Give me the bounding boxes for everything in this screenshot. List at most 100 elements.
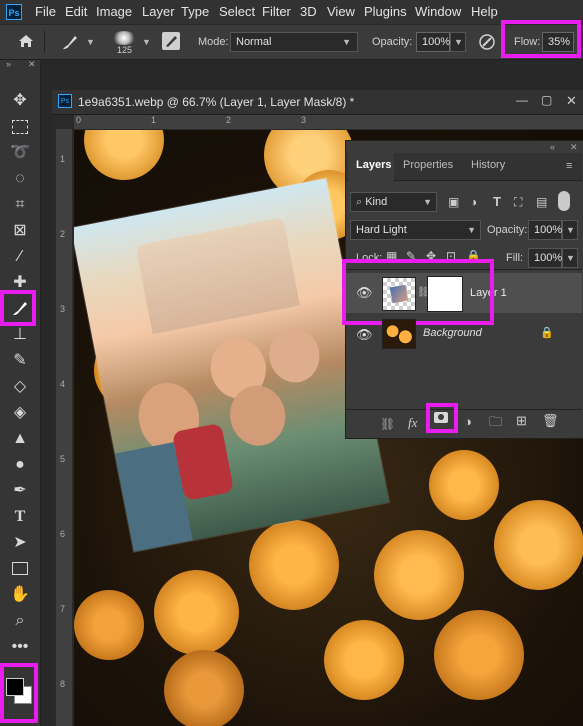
- hand-tool-icon[interactable]: ✋: [8, 584, 32, 606]
- fill-label: Fill:: [506, 252, 524, 264]
- link-layers-icon[interactable]: ⛓: [380, 417, 395, 431]
- type-filter-icon[interactable]: T: [493, 194, 501, 209]
- shape-filter-icon[interactable]: ⛶: [514, 195, 522, 210]
- opacity-dropdown[interactable]: ▼: [450, 32, 466, 52]
- filter-toggle[interactable]: [558, 191, 570, 211]
- add-layer-mask-icon[interactable]: [434, 412, 448, 423]
- filter-kind-select[interactable]: ⌕ Kind ▼: [350, 192, 437, 212]
- mode-select[interactable]: Normal ▼: [230, 32, 358, 52]
- bokeh-light: [324, 620, 404, 700]
- visibility-eye-icon[interactable]: 👁: [356, 327, 373, 343]
- menu-filter[interactable]: Filter: [262, 4, 291, 19]
- bokeh-light: [154, 570, 239, 655]
- crop-tool-icon[interactable]: ⌗: [8, 194, 32, 216]
- fx-icon[interactable]: fx: [408, 415, 417, 431]
- move-tool-icon[interactable]: ✥: [8, 90, 32, 112]
- menu-help[interactable]: Help: [471, 4, 498, 19]
- maximize-button[interactable]: ▢: [541, 93, 552, 107]
- path-selection-tool-icon[interactable]: ➤: [8, 532, 32, 554]
- tab-layers[interactable]: Layers: [356, 159, 391, 171]
- pen-tool-icon[interactable]: ✒: [8, 480, 32, 502]
- adjustment-filter-icon[interactable]: ◑: [470, 195, 477, 209]
- new-group-icon[interactable]: 🗀: [489, 413, 502, 435]
- flow-label: Flow:: [514, 36, 541, 48]
- chevron-down-icon[interactable]: ▼: [142, 37, 151, 47]
- pixel-filter-icon[interactable]: ▣: [448, 195, 459, 209]
- mode-value: Normal: [236, 36, 272, 48]
- background-thumbnail[interactable]: [382, 319, 416, 349]
- menu-window[interactable]: Window: [415, 4, 461, 19]
- layer-opacity-dropdown[interactable]: ▼: [562, 220, 578, 240]
- brush-size: 125: [117, 45, 133, 55]
- menu-image[interactable]: Image: [96, 4, 132, 19]
- eyedropper-tool-icon[interactable]: ⁄: [8, 246, 32, 268]
- panel-menu-icon[interactable]: ≡: [566, 160, 572, 172]
- more-tools-icon[interactable]: •••: [8, 636, 32, 658]
- fill-input[interactable]: 100%: [528, 248, 562, 268]
- minimize-button[interactable]: —: [516, 93, 528, 107]
- smart-object-filter-icon[interactable]: ▤: [536, 195, 547, 209]
- blur-tool-icon[interactable]: ▲: [8, 428, 32, 450]
- mode-label: Mode:: [198, 36, 229, 48]
- lock-icon[interactable]: 🔒: [540, 326, 554, 339]
- home-icon[interactable]: [18, 33, 34, 49]
- new-layer-icon[interactable]: ⊞: [516, 413, 527, 429]
- brush-tool-icon[interactable]: [8, 297, 32, 319]
- ruler-label: 3: [301, 115, 307, 125]
- menu-3d[interactable]: 3D: [300, 4, 317, 19]
- opacity-input[interactable]: 100%: [416, 32, 450, 52]
- layers-panel: « ✕ Layers Properties History ≡ ⌕ Kind ▼…: [342, 140, 583, 439]
- collapse-icon[interactable]: »: [6, 59, 11, 69]
- foreground-color-swatch[interactable]: [6, 678, 24, 696]
- tab-properties[interactable]: Properties: [403, 159, 453, 171]
- pressure-opacity-icon[interactable]: [478, 33, 496, 51]
- document-title-bar: Ps 1e9a6351.webp @ 66.7% (Layer 1, Layer…: [52, 90, 583, 115]
- menu-edit[interactable]: Edit: [65, 4, 87, 19]
- blend-mode-value: Hard Light: [356, 224, 407, 236]
- tab-history[interactable]: History: [471, 159, 505, 171]
- paint-bucket-tool-icon[interactable]: ◈: [8, 402, 32, 424]
- brush-settings-icon[interactable]: [162, 32, 180, 50]
- layer-row-background[interactable]: 👁 Background 🔒: [346, 315, 582, 355]
- menu-bar: Ps File Edit Image Layer Type Select Fil…: [0, 0, 583, 24]
- opacity-label: Opacity:: [487, 224, 528, 236]
- bokeh-light: [74, 590, 144, 660]
- menu-layer[interactable]: Layer: [142, 4, 175, 19]
- kind-label: Kind: [365, 196, 388, 208]
- type-tool-icon[interactable]: T: [8, 506, 32, 528]
- quick-selection-tool-icon[interactable]: ◌: [8, 168, 32, 190]
- menu-select[interactable]: Select: [219, 4, 255, 19]
- ruler-label: 3: [60, 304, 66, 314]
- menu-file[interactable]: File: [35, 4, 56, 19]
- delete-layer-icon[interactable]: 🗑: [542, 413, 559, 429]
- dodge-tool-icon[interactable]: ●: [8, 454, 32, 476]
- adjustment-layer-icon[interactable]: ◑: [464, 414, 472, 429]
- flow-input[interactable]: 35%: [542, 32, 574, 52]
- ruler-label: 5: [60, 454, 66, 464]
- clone-stamp-tool-icon[interactable]: ⊥: [8, 324, 32, 346]
- eraser-tool-icon[interactable]: ◇: [8, 376, 32, 398]
- close-button[interactable]: ✕: [566, 93, 577, 109]
- brush-tip-icon[interactable]: [112, 31, 136, 45]
- chevron-down-icon[interactable]: ▼: [86, 37, 95, 47]
- menu-type[interactable]: Type: [181, 4, 209, 19]
- flow-value: 35%: [548, 36, 571, 48]
- menu-view[interactable]: View: [327, 4, 355, 19]
- vertical-ruler: 1 2 3 4 5 6 7 8: [56, 129, 72, 726]
- layer-name[interactable]: Background: [423, 327, 482, 339]
- menu-plugins[interactable]: Plugins: [364, 4, 407, 19]
- zoom-tool-icon[interactable]: ⌕: [8, 610, 32, 632]
- frame-tool-icon[interactable]: ⊠: [8, 220, 32, 242]
- castle-shape: [135, 217, 300, 335]
- close-icon[interactable]: ✕: [28, 59, 36, 70]
- brush-preset-icon[interactable]: [60, 32, 80, 52]
- rectangle-tool-icon[interactable]: [8, 558, 32, 580]
- lasso-tool-icon[interactable]: ➰: [8, 142, 32, 164]
- history-brush-tool-icon[interactable]: ✎: [8, 350, 32, 372]
- marquee-tool-icon[interactable]: [8, 116, 32, 138]
- layer-opacity-input[interactable]: 100%: [528, 220, 562, 240]
- collapse-icon[interactable]: «: [550, 142, 555, 152]
- blend-mode-select[interactable]: Hard Light ▼: [350, 220, 481, 240]
- fill-dropdown[interactable]: ▼: [562, 248, 578, 268]
- close-icon[interactable]: ✕: [570, 142, 578, 153]
